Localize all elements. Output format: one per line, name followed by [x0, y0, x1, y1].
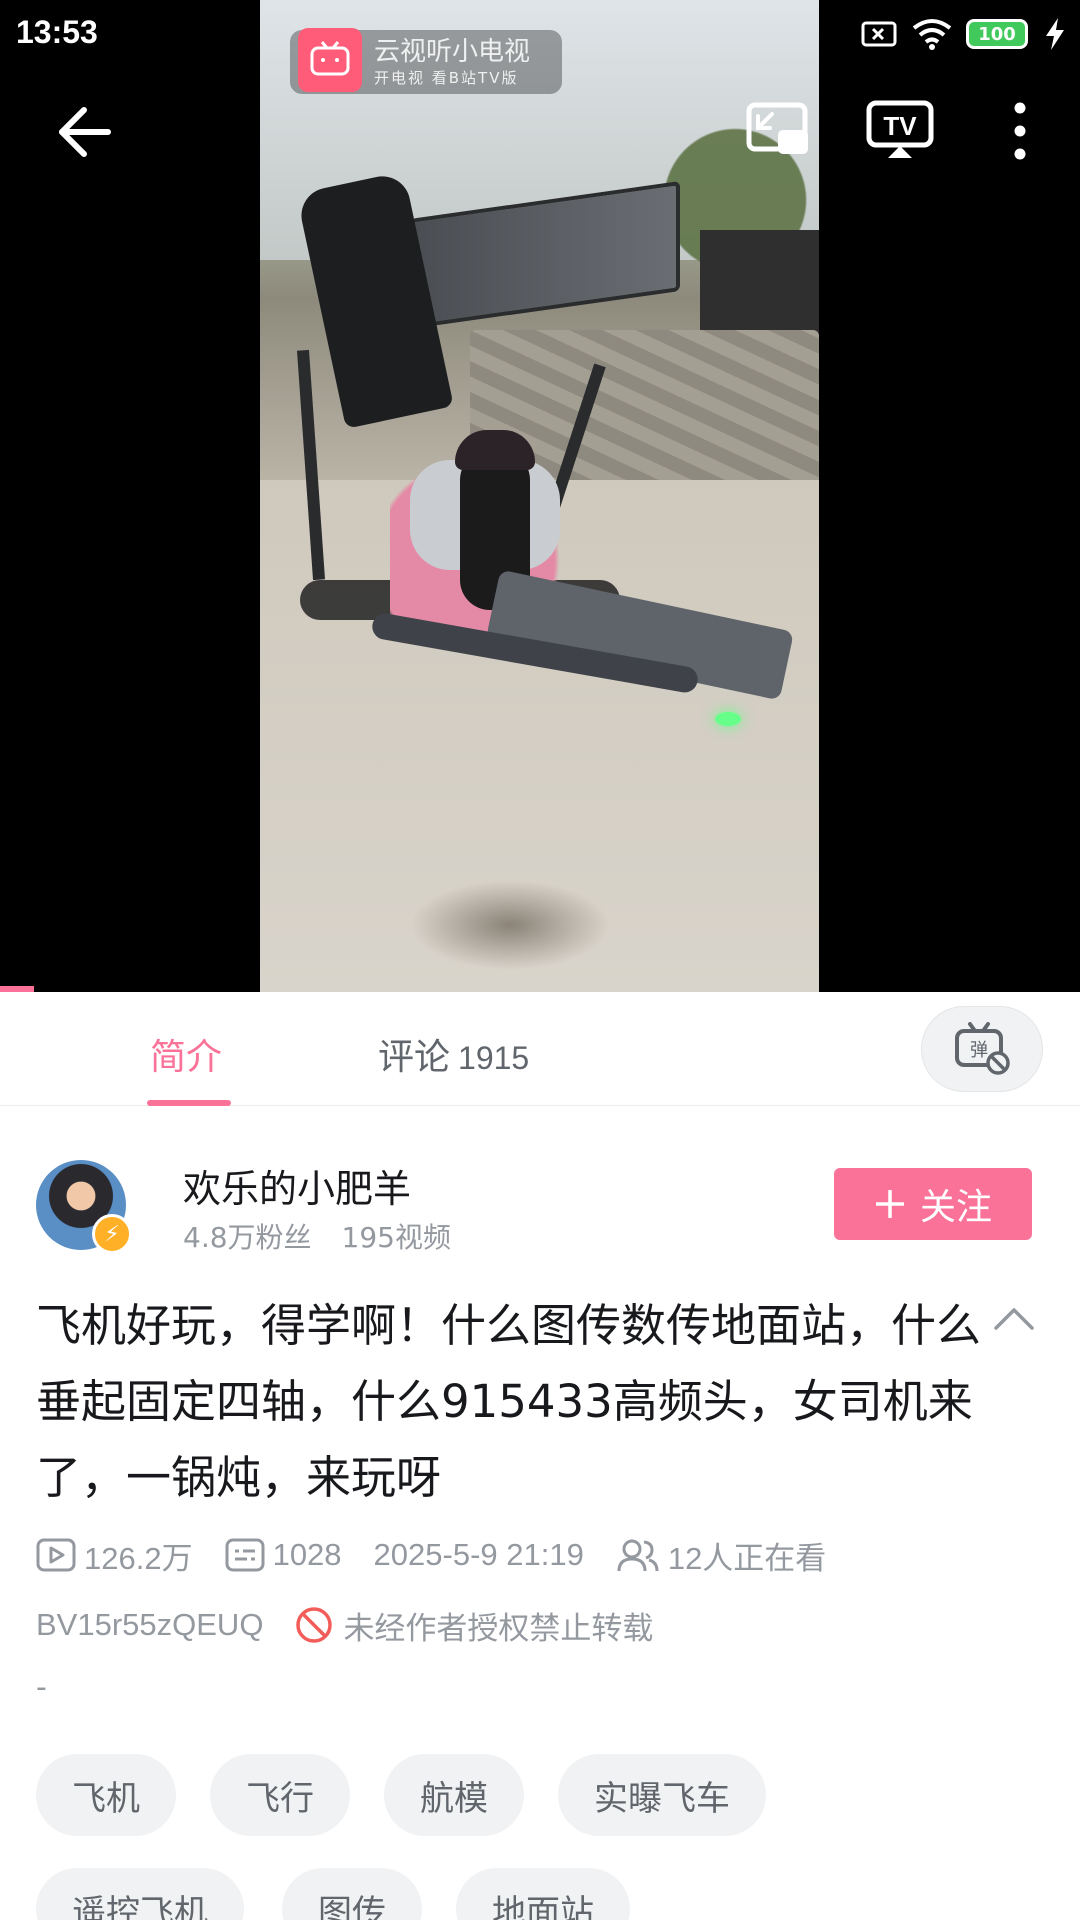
- video-description: -: [36, 1670, 47, 1705]
- wifi-icon: [912, 19, 952, 50]
- status-icons: 100: [860, 18, 1068, 50]
- player-top-controls: TV: [0, 90, 1080, 180]
- pip-icon: [746, 102, 808, 154]
- views-count: 126.2万: [84, 1540, 193, 1576]
- follow-label: 关注: [919, 1187, 992, 1228]
- collapse-button[interactable]: [992, 1304, 1036, 1334]
- tab-comments[interactable]: 评论 1915: [378, 1028, 529, 1080]
- battery-level: 100: [978, 23, 1016, 45]
- uploader-name[interactable]: 欢乐的小肥羊: [183, 1158, 411, 1213]
- copyright-text: 未经作者授权禁止转载: [343, 1610, 654, 1647]
- tv-cast-icon: TV: [866, 100, 934, 158]
- sim-error-icon: [861, 21, 897, 47]
- tab-comments-label: 评论: [378, 1037, 451, 1078]
- play-count-icon: [36, 1538, 76, 1572]
- viewers-icon: [617, 1539, 659, 1572]
- uploader-stats: 4.8万粉丝 195视频: [183, 1216, 451, 1256]
- tab-comments-count: 1915: [458, 1040, 530, 1076]
- back-icon: [59, 107, 111, 157]
- tag-chip[interactable]: 实曝飞车: [558, 1754, 766, 1836]
- fans-count: 4.8万粉丝: [183, 1221, 312, 1254]
- tab-intro[interactable]: 简介: [150, 1028, 222, 1080]
- svg-text:TV: TV: [883, 111, 917, 141]
- danmaku-stat: 1028: [225, 1537, 342, 1573]
- danmaku-count: 1028: [272, 1537, 342, 1572]
- status-bar: 13:53 100: [0, 0, 1080, 72]
- scene-shadow: [410, 880, 610, 970]
- publish-date: 2025-5-9 21:19: [373, 1537, 584, 1572]
- no-repost-icon: [296, 1607, 333, 1643]
- svg-text:弹: 弹: [970, 1040, 988, 1061]
- tv-cast-button[interactable]: TV: [866, 100, 934, 160]
- tag-chip[interactable]: 飞机: [36, 1754, 176, 1836]
- views-stat: 126.2万: [36, 1533, 193, 1578]
- tag-chip[interactable]: 飞行: [210, 1754, 350, 1836]
- video-stats-row: 126.2万 1028 2025-5-9 21:19 12人正在看: [36, 1530, 858, 1580]
- tag-chip[interactable]: 图传: [282, 1868, 422, 1920]
- uploader-card: ⚡ 欢乐的小肥羊 4.8万粉丝 195视频 关注: [0, 1150, 1080, 1260]
- status-time: 13:53: [16, 14, 98, 50]
- back-button[interactable]: [54, 102, 114, 162]
- tag-chip[interactable]: 遥控飞机: [36, 1868, 244, 1920]
- video-id-row: BV15r55zQEUQ 未经作者授权禁止转载: [36, 1600, 653, 1650]
- more-icon: [1014, 102, 1026, 160]
- tag-chip[interactable]: 航模: [384, 1754, 524, 1836]
- charging-icon: [1046, 18, 1064, 50]
- danmaku-toggle-button[interactable]: 弹: [921, 1006, 1043, 1092]
- watching-stat: 12人正在看: [616, 1533, 826, 1578]
- watching-count: 12人正在看: [667, 1540, 827, 1576]
- detail-tabs: 简介 评论 1915 弹: [0, 992, 1080, 1106]
- plus-icon: [875, 1190, 904, 1218]
- tab-active-indicator: [147, 1100, 231, 1106]
- danmaku-off-icon: 弹: [955, 1022, 1010, 1075]
- picture-in-picture-button[interactable]: [746, 102, 810, 158]
- video-title: 飞机好玩，得学啊！什么图传数传地面站，什么垂起固定四轴，什么915433高频头，…: [36, 1299, 982, 1504]
- copyright-notice: 未经作者授权禁止转载: [295, 1603, 653, 1648]
- lightning-badge-icon: ⚡: [92, 1214, 132, 1254]
- chevron-up-icon: [994, 1308, 1034, 1330]
- tag-chip[interactable]: 地面站: [456, 1868, 630, 1920]
- bvid[interactable]: BV15r55zQEUQ: [36, 1607, 263, 1643]
- danmaku-count-icon: [225, 1538, 265, 1572]
- battery-icon: 100: [966, 19, 1028, 49]
- follow-button[interactable]: 关注: [834, 1168, 1032, 1240]
- plane-green-light: [715, 712, 741, 726]
- video-count: 195视频: [341, 1221, 451, 1254]
- more-options-button[interactable]: [1000, 100, 1040, 162]
